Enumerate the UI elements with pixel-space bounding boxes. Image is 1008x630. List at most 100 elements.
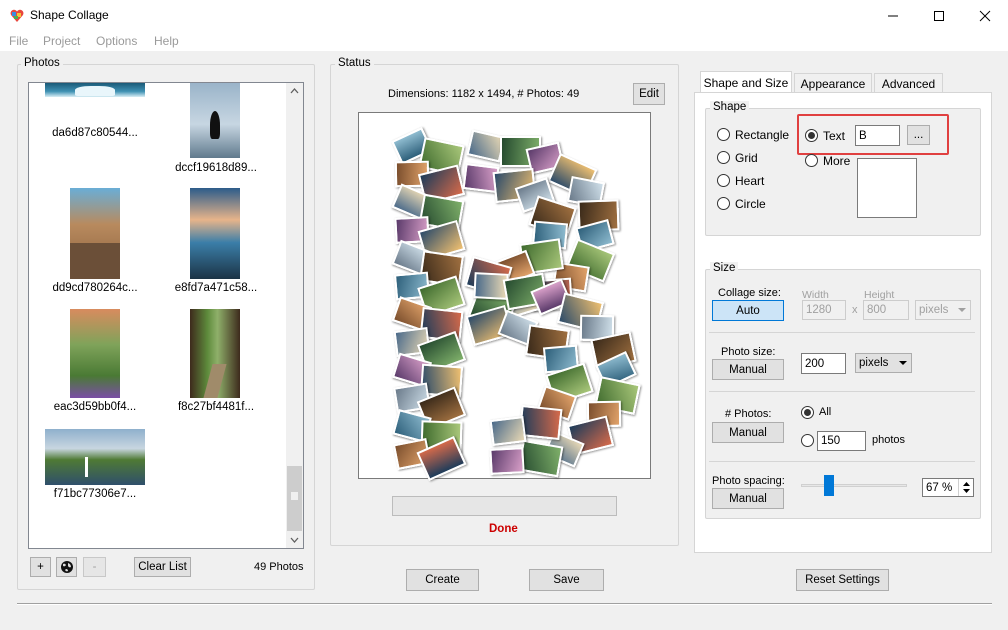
tab-advanced[interactable]: Advanced bbox=[874, 73, 943, 93]
edit-button[interactable]: Edit bbox=[633, 83, 665, 105]
shape-rectangle-label: Rectangle bbox=[735, 128, 790, 142]
add-photos-button[interactable]: + bbox=[30, 557, 51, 577]
shape-group-title: Shape bbox=[710, 101, 750, 113]
minimize-button[interactable] bbox=[870, 0, 916, 31]
shape-heart-label: Heart bbox=[735, 174, 765, 188]
photo-size-label: Photo size: bbox=[721, 346, 776, 358]
spacing-spinner[interactable] bbox=[958, 479, 973, 496]
photos-unit-label: photos bbox=[872, 434, 906, 446]
shape-circle-label: Circle bbox=[735, 197, 766, 211]
thumbnail-label: e8fd7a471c58... bbox=[174, 282, 258, 294]
menu-bar bbox=[0, 31, 1008, 51]
title-bar bbox=[0, 0, 1008, 31]
status-bar-divider bbox=[17, 603, 992, 605]
photo-size-manual-button[interactable]: Manual bbox=[712, 359, 784, 380]
tab-shape-and-size[interactable]: Shape and Size bbox=[700, 71, 792, 94]
x-separator: x bbox=[852, 304, 858, 316]
collage-preview[interactable] bbox=[358, 112, 651, 481]
divider bbox=[709, 461, 975, 462]
thumbnail-image[interactable] bbox=[190, 309, 240, 398]
shape-heart-radio[interactable] bbox=[717, 174, 730, 187]
remove-photo-button[interactable]: - bbox=[83, 557, 106, 577]
status-text: Done bbox=[489, 523, 518, 535]
num-photos-input[interactable]: 150 bbox=[817, 431, 866, 451]
collage-photo bbox=[488, 447, 525, 475]
thumbnail-image[interactable] bbox=[45, 429, 145, 485]
minimize-icon bbox=[888, 15, 898, 16]
chevron-down-icon bbox=[899, 361, 907, 365]
thumbnail-label: dd9cd780264c... bbox=[52, 282, 138, 294]
menu-project[interactable]: Project bbox=[43, 34, 80, 48]
collage-photo bbox=[489, 415, 527, 446]
collage-size-auto-button[interactable]: Auto bbox=[712, 300, 784, 321]
photo-spacing-manual-button[interactable]: Manual bbox=[712, 488, 784, 509]
menu-file[interactable]: File bbox=[9, 34, 28, 48]
maximize-button[interactable] bbox=[916, 0, 962, 31]
scroll-down-icon[interactable] bbox=[290, 537, 299, 543]
maximize-icon bbox=[934, 10, 944, 21]
num-photos-all-radio[interactable] bbox=[801, 406, 814, 419]
shape-more-label: More bbox=[823, 154, 851, 168]
window-title: Shape Collage bbox=[30, 8, 109, 22]
shape-grid-radio[interactable] bbox=[717, 151, 730, 164]
close-button[interactable] bbox=[962, 0, 1008, 31]
clear-list-button[interactable]: Clear List bbox=[134, 557, 191, 577]
photos-scrollbar[interactable] bbox=[286, 83, 303, 548]
scrollbar-thumb[interactable] bbox=[287, 466, 302, 531]
thumbnail-label: dccf19618d89... bbox=[175, 162, 257, 174]
chevron-down-icon bbox=[958, 308, 966, 312]
dimensions-text: Dimensions: 1182 x 1494, # Photos: 49 bbox=[388, 88, 580, 100]
spin-up-icon[interactable] bbox=[963, 482, 970, 486]
close-icon bbox=[979, 10, 991, 21]
tab-appearance[interactable]: Appearance bbox=[794, 73, 872, 93]
thumbnail-label: f71bc77306e7... bbox=[53, 488, 137, 500]
menu-options[interactable]: Options bbox=[96, 34, 137, 48]
photo-unit-select[interactable]: pixels bbox=[855, 353, 912, 373]
photo-size-input[interactable]: 200 bbox=[801, 353, 846, 374]
status-group-title: Status bbox=[335, 57, 374, 69]
shape-rectangle-radio[interactable] bbox=[717, 128, 730, 141]
num-photos-count-radio[interactable] bbox=[801, 434, 814, 447]
thumbnail-label: da6d87c80544... bbox=[52, 127, 138, 139]
collage-unit-select[interactable]: pixels bbox=[915, 300, 971, 320]
divider bbox=[709, 391, 975, 392]
spacing-slider-thumb[interactable] bbox=[824, 475, 835, 496]
shape-preview-box[interactable] bbox=[857, 158, 917, 218]
thumbnail-image[interactable] bbox=[70, 188, 120, 279]
shape-collage-logo-icon bbox=[10, 9, 24, 22]
thumbnail-image[interactable] bbox=[45, 83, 145, 97]
thumbnail-label: eac3d59bb0f4... bbox=[53, 401, 137, 413]
photo-spacing-label: Photo spacing: bbox=[712, 475, 785, 487]
thumbnail-image[interactable] bbox=[190, 83, 240, 158]
thumbnail-image[interactable] bbox=[190, 188, 240, 279]
collage-unit-value: pixels bbox=[919, 304, 949, 316]
reset-settings-button[interactable]: Reset Settings bbox=[796, 569, 889, 591]
spacing-value: 67 % bbox=[926, 481, 953, 494]
shape-grid-label: Grid bbox=[735, 151, 758, 165]
num-photos-label: # Photos: bbox=[725, 408, 772, 420]
num-photos-all-label: All bbox=[819, 406, 832, 418]
shape-more-radio[interactable] bbox=[805, 154, 818, 167]
photo-count: 49 Photos bbox=[254, 561, 304, 573]
globe-icon bbox=[60, 561, 73, 573]
spacing-slider-track[interactable] bbox=[801, 484, 907, 487]
photo-unit-value: pixels bbox=[859, 357, 889, 369]
thumbnail-image[interactable] bbox=[70, 309, 120, 398]
progress-bar bbox=[392, 496, 617, 516]
collage-width-input[interactable]: 1280 bbox=[802, 300, 846, 320]
add-web-photos-button[interactable] bbox=[56, 557, 77, 577]
spin-down-icon[interactable] bbox=[963, 489, 970, 493]
collage-size-label: Collage size: bbox=[718, 287, 781, 299]
scroll-up-icon[interactable] bbox=[290, 88, 299, 94]
create-button[interactable]: Create bbox=[406, 569, 479, 591]
num-photos-manual-button[interactable]: Manual bbox=[712, 422, 784, 443]
divider bbox=[709, 332, 975, 333]
save-button[interactable]: Save bbox=[529, 569, 604, 591]
shape-circle-radio[interactable] bbox=[717, 197, 730, 210]
menu-help[interactable]: Help bbox=[154, 34, 179, 48]
thumbnail-label: f8c27bf4481f... bbox=[177, 401, 255, 413]
photos-group-title: Photos bbox=[21, 57, 63, 69]
collage-height-input[interactable]: 800 bbox=[863, 300, 909, 320]
size-group-title: Size bbox=[710, 262, 739, 274]
photos-list[interactable]: da6d87c80544... dccf19618d89... dd9cd780… bbox=[28, 82, 304, 549]
